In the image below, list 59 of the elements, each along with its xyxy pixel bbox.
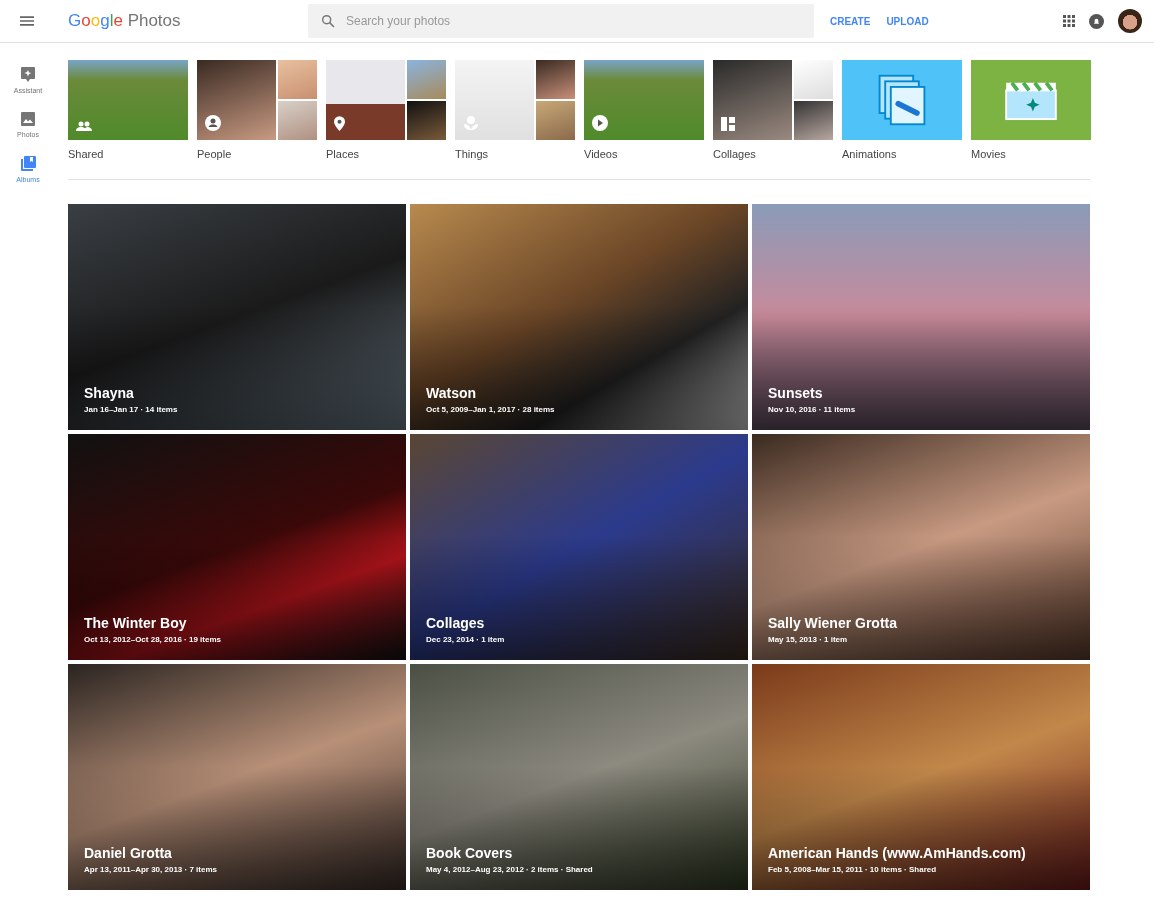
upload-button[interactable]: UPLOAD — [880, 11, 935, 31]
album-card[interactable]: Daniel Grotta Apr 13, 2011–Apr 30, 2013 · 7 items — [68, 664, 406, 890]
photo-placeholder[interactable] — [326, 60, 405, 140]
collage-icon — [721, 117, 735, 131]
apps-grid-icon[interactable] — [1063, 15, 1075, 27]
person-icon — [205, 115, 221, 131]
album-card[interactable]: Sally Wiener Grotta May 15, 2013 · 1 item — [752, 434, 1090, 660]
album-title: American Hands (www.AmHands.com) — [768, 845, 1026, 861]
album-details: Jan 16–Jan 17 · 14 items — [84, 405, 178, 414]
album-title: The Winter Boy — [84, 615, 187, 631]
category-label: Movies — [971, 148, 1007, 160]
category-label: People — [197, 148, 233, 160]
menu-icon[interactable] — [20, 16, 34, 26]
notifications-icon[interactable] — [1089, 13, 1104, 29]
album-card[interactable]: American Hands (www.AmHands.com) Feb 5, 2008–Mar 15, 2011 · 10 items · Shared — [752, 664, 1090, 890]
clapperboard-icon — [1004, 79, 1058, 121]
album-card[interactable]: Watson Oct 5, 2009–Jan 1, 2017 · 28 items — [410, 204, 748, 430]
album-title: Collages — [426, 615, 485, 631]
category-tile[interactable] — [971, 60, 1091, 140]
album-title: Sally Wiener Grotta — [768, 615, 898, 631]
album-title: Watson — [426, 385, 477, 401]
category-tile[interactable] — [842, 60, 962, 140]
album-details: Dec 23, 2014 · 1 item — [426, 635, 505, 644]
image-icon — [21, 112, 35, 126]
albums-icon — [20, 156, 36, 171]
play-icon — [592, 115, 608, 131]
photo-placeholder[interactable] — [197, 60, 276, 140]
album-details: May 15, 2013 · 1 item — [768, 635, 848, 644]
category-label: Things — [455, 148, 490, 160]
album-card[interactable]: The Winter Boy Oct 13, 2012–Oct 28, 2016 · 19 items — [68, 434, 406, 660]
album-card[interactable]: Shayna Jan 16–Jan 17 · 14 items — [68, 204, 406, 430]
album-card[interactable]: Book Covers May 4, 2012–Aug 23, 2012 · 2 items · Shared — [410, 664, 748, 890]
album-details: Apr 13, 2011–Apr 30, 2013 · 7 items — [84, 865, 217, 874]
location-pin-icon — [334, 116, 345, 131]
album-details: Oct 5, 2009–Jan 1, 2017 · 28 items — [426, 405, 555, 414]
album-card[interactable]: Sunsets Nov 10, 2016 · 11 items — [752, 204, 1090, 430]
logo[interactable]: Google Photos — [68, 11, 181, 31]
category-label: Videos — [584, 148, 619, 160]
album-title: Daniel Grotta — [84, 845, 172, 861]
category-label: Places — [326, 148, 361, 160]
album-title: Sunsets — [768, 385, 823, 401]
album-details: Nov 10, 2016 · 11 items — [768, 405, 856, 414]
photo-placeholder[interactable] — [713, 60, 792, 140]
create-button[interactable]: CREATE — [824, 11, 877, 31]
album-details: Oct 13, 2012–Oct 28, 2016 · 19 items — [84, 635, 221, 644]
category-label: Animations — [842, 148, 898, 160]
album-details: Feb 5, 2008–Mar 15, 2011 · 10 items · Shared — [768, 865, 937, 874]
album-details: May 4, 2012–Aug 23, 2012 · 2 items · Shared — [426, 865, 593, 874]
avatar[interactable] — [1118, 9, 1142, 33]
category-label: Shared — [68, 148, 105, 160]
search-icon — [320, 13, 336, 29]
album-title: Shayna — [84, 385, 134, 401]
search-field[interactable]: Search your photos — [308, 4, 814, 38]
flower-icon — [463, 115, 479, 131]
album-card[interactable]: Collages Dec 23, 2014 · 1 item — [410, 434, 748, 660]
assistant-icon — [21, 67, 35, 82]
album-title: Book Covers — [426, 845, 513, 861]
people-icon — [76, 121, 92, 131]
category-label: Collages — [713, 148, 757, 160]
